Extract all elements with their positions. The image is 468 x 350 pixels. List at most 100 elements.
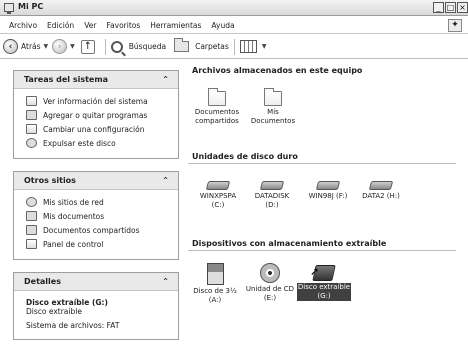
item-label: DATADISK (D:) [254, 192, 290, 209]
task-label: Cambiar una configuración [43, 124, 145, 134]
details-item-type: Disco extraíble [26, 307, 82, 316]
system-info-icon [26, 96, 37, 106]
shared-documents-item[interactable]: Documentos compartidos [186, 88, 248, 126]
search-icon [110, 40, 123, 53]
my-computer-icon [4, 3, 14, 14]
title-bar: Mi PC _ □ × [0, 0, 468, 16]
my-documents-item[interactable]: Mis Documentos [242, 88, 304, 126]
task-view-system-info[interactable]: Ver información del sistema [26, 94, 169, 108]
item-label: Unidad de CD (E:) [245, 285, 295, 302]
folder-icon [208, 88, 226, 106]
drive-h-item[interactable]: DATA2 (H:) [350, 178, 412, 201]
forward-button[interactable]: › ▼ [52, 39, 79, 54]
place-control-panel[interactable]: Panel de control [26, 237, 169, 251]
task-add-remove-programs[interactable]: Agregar o quitar programas [26, 108, 169, 122]
drive-d-item[interactable]: DATADISK (D:) [241, 178, 303, 210]
shared-folder-icon [26, 225, 37, 235]
hard-drive-icon [205, 181, 231, 190]
up-folder-icon[interactable]: ↑ [80, 39, 95, 54]
close-button[interactable]: × [457, 2, 468, 13]
task-eject-disk[interactable]: Expulsar este disco [26, 136, 169, 150]
menu-ver[interactable]: Ver [79, 21, 101, 30]
forward-dropdown-icon[interactable]: ▼ [70, 43, 75, 50]
place-label: Mis documentos [43, 211, 105, 221]
other-places-title: Otros sitios [24, 176, 76, 185]
menu-edicion[interactable]: Edición [42, 21, 79, 30]
window-controls: _ □ × [433, 2, 468, 13]
details-filesystem: Sistema de archivos: FAT [26, 321, 120, 330]
minimize-button[interactable]: _ [433, 2, 444, 13]
menu-ayuda[interactable]: Ayuda [206, 21, 239, 30]
stored-files-section: Archivos almacenados en este equipo Docu… [188, 66, 468, 147]
task-label: Expulsar este disco [43, 138, 116, 148]
cd-drive-icon [260, 263, 280, 283]
hard-drive-icon [259, 181, 285, 190]
place-label: Mis sitios de red [43, 197, 104, 207]
views-icon [239, 40, 257, 53]
hard-drive-icon [368, 181, 394, 190]
system-tasks-header[interactable]: Tareas del sistema ⌃ [14, 71, 178, 89]
item-label: DATA2 (H:) [362, 192, 400, 200]
menu-archivo[interactable]: Archivo [4, 21, 42, 30]
details-header[interactable]: Detalles ⌃ [14, 273, 178, 291]
place-label: Panel de control [43, 239, 104, 249]
system-tasks-title: Tareas del sistema [24, 75, 109, 84]
other-places-panel: Otros sitios ⌃ Mis sitios de red Mis doc… [13, 171, 179, 260]
control-panel-icon [26, 239, 37, 249]
menu-herramientas[interactable]: Herramientas [145, 21, 206, 30]
item-label: WINXPSPA (C:) [199, 192, 237, 209]
search-label: Búsqueda [128, 42, 167, 51]
network-places-icon [26, 197, 37, 207]
section-title: Archivos almacenados en este equipo [192, 66, 363, 75]
views-dropdown-icon[interactable]: ▼ [262, 43, 267, 50]
drive-e-item[interactable]: Unidad de CD (E:) [239, 263, 301, 303]
folders-label: Carpetas [195, 42, 229, 51]
other-places-header[interactable]: Otros sitios ⌃ [14, 172, 178, 190]
drive-a-item[interactable]: Disco de 3½ (A:) [184, 263, 246, 305]
place-my-documents[interactable]: Mis documentos [26, 209, 169, 223]
hard-drive-icon [315, 181, 341, 190]
views-button[interactable]: ▼ [239, 40, 271, 53]
section-title: Dispositivos con almacenamiento extraíbl… [188, 239, 456, 251]
place-shared-documents[interactable]: Documentos compartidos [26, 223, 169, 237]
search-button[interactable]: Búsqueda [110, 40, 167, 53]
toolbar-separator [233, 38, 235, 55]
item-label: Mis Documentos [250, 108, 296, 125]
folder-icon [26, 211, 37, 221]
back-dropdown-icon[interactable]: ▼ [44, 43, 49, 50]
details-panel: Detalles ⌃ Disco extraíble (G:) Disco ex… [13, 272, 179, 340]
place-network[interactable]: Mis sitios de red [26, 195, 169, 209]
folders-icon [174, 38, 190, 52]
item-label: Documentos compartidos [194, 108, 240, 125]
back-label: Atrás [21, 42, 41, 51]
section-title: Unidades de disco duro [188, 152, 456, 164]
place-label: Documentos compartidos [43, 225, 140, 235]
details-item-name: Disco extraíble (G:) [26, 298, 108, 307]
windows-logo-icon: ✦ [448, 19, 462, 32]
details-title: Detalles [24, 277, 61, 286]
back-button[interactable]: ‹ Atrás ▼ [3, 39, 52, 54]
drive-g-item[interactable]: Disco extraíble (G:) [293, 263, 355, 301]
maximize-button[interactable]: □ [445, 2, 456, 13]
task-change-setting[interactable]: Cambiar una configuración [26, 122, 169, 136]
task-pane: Tareas del sistema ⌃ Ver información del… [13, 70, 179, 350]
menu-favoritos[interactable]: Favoritos [101, 21, 145, 30]
folder-icon [264, 88, 282, 106]
hard-drives-section: Unidades de disco duro WINXPSPA (C:) DATA… [188, 152, 468, 244]
item-label: Disco de 3½ (A:) [193, 287, 237, 304]
drive-c-item[interactable]: WINXPSPA (C:) [187, 178, 249, 210]
collapse-icon[interactable]: ⌃ [162, 75, 169, 84]
window-title: Mi PC [18, 2, 44, 11]
collapse-icon[interactable]: ⌃ [162, 277, 169, 286]
task-label: Agregar o quitar programas [43, 110, 148, 120]
mouse-pointer-icon: ➚ [310, 265, 320, 278]
folders-button[interactable]: Carpetas [174, 38, 229, 52]
collapse-icon[interactable]: ⌃ [162, 176, 169, 185]
removable-storage-section: Dispositivos con almacenamiento extraíbl… [188, 239, 468, 331]
eject-disk-icon [26, 138, 37, 148]
control-panel-icon [26, 124, 37, 134]
floppy-drive-icon [206, 263, 224, 285]
task-label: Ver información del sistema [43, 96, 148, 106]
add-remove-programs-icon [26, 110, 37, 120]
item-label: WIN98J (F:) [308, 192, 348, 200]
